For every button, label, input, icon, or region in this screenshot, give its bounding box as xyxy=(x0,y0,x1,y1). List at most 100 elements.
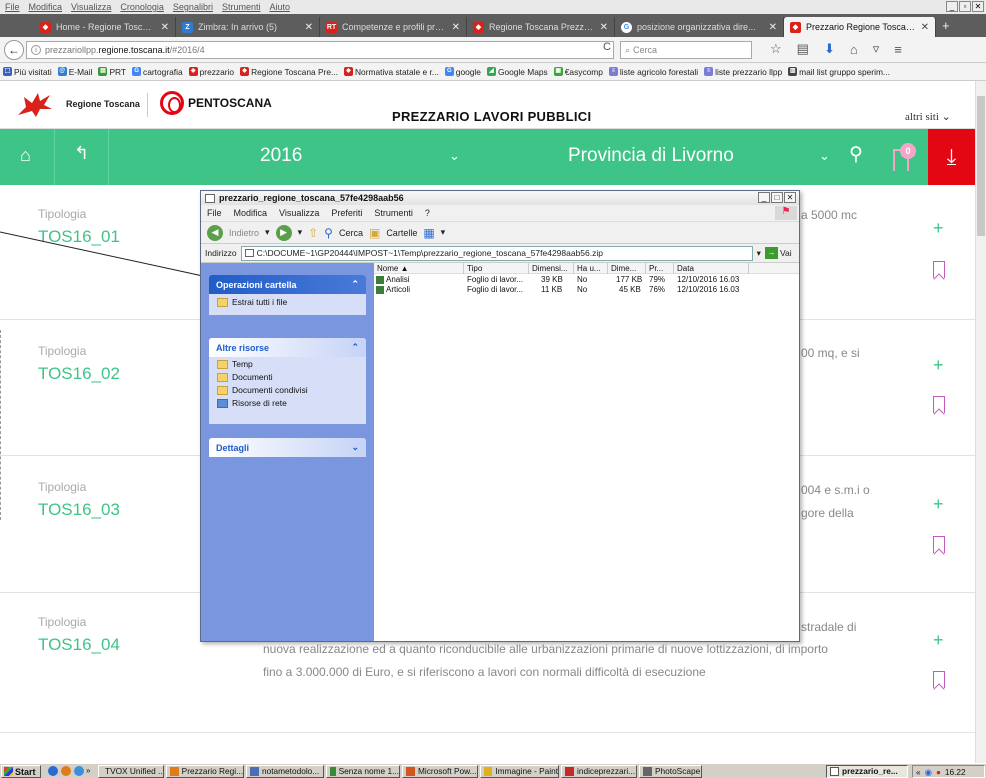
bookmark-piu-visitati[interactable]: ⬚ Più visitati xyxy=(3,67,52,77)
add-plus-icon[interactable]: + xyxy=(933,630,944,651)
network-tray-icon[interactable]: ◉ xyxy=(925,767,932,777)
tipologia-code[interactable]: TOS16_03 xyxy=(38,500,120,520)
hamburger-menu-icon[interactable]: ≡ xyxy=(894,42,902,57)
tab-prezzario-regione-toscana[interactable]: ◆ Prezzario Regione Toscana ✕ xyxy=(784,17,936,37)
tab-posizione-organizzativa[interactable]: G posizione organizzativa dire... ✕ xyxy=(615,17,784,37)
bookmark-icon[interactable] xyxy=(933,671,945,688)
column-dimensione[interactable]: Dimensi... xyxy=(529,263,574,274)
bookmark-icon[interactable] xyxy=(933,536,945,553)
dropdown-arrow-icon[interactable]: ▾ xyxy=(757,248,761,259)
taskbar-prezzario[interactable]: Prezzario Regi... xyxy=(166,765,244,778)
search-magnifier-icon[interactable]: ⚲ xyxy=(324,226,333,240)
reading-list-icon[interactable]: ▤ xyxy=(797,41,809,57)
chevron-down-icon[interactable]: ⌄ xyxy=(449,148,460,164)
bookmark-easycomp[interactable]: ▣ €asycomp xyxy=(553,67,603,77)
menu-aiuto[interactable]: Aiuto xyxy=(269,2,290,12)
minimize-button[interactable]: _ xyxy=(758,192,770,203)
column-password[interactable]: Ha u... xyxy=(574,263,608,274)
home-outline-icon[interactable]: ⌂ xyxy=(20,145,31,166)
back-arrow-icon[interactable]: ← xyxy=(4,40,24,60)
close-tab-icon[interactable]: ✕ xyxy=(452,22,460,33)
close-tab-icon[interactable]: ✕ xyxy=(161,22,169,33)
column-nome[interactable]: Nome ▲ xyxy=(374,263,464,274)
saved-items-bookmark[interactable]: 0 xyxy=(893,143,916,171)
taskbar-paint[interactable]: Immagine - Paint xyxy=(480,765,559,778)
chevron-down-icon[interactable]: ⌄ xyxy=(819,148,830,164)
close-tab-icon[interactable]: ✕ xyxy=(921,22,929,33)
close-tab-icon[interactable]: ✕ xyxy=(769,22,777,33)
menu-visualizza[interactable]: Visualizza xyxy=(71,2,111,12)
add-plus-icon[interactable]: + xyxy=(933,218,944,239)
browser-search-field[interactable]: ⌕ Cerca xyxy=(620,41,752,59)
pegasus-logo-icon[interactable] xyxy=(14,89,56,121)
folder-up-icon[interactable]: ⇧ xyxy=(308,226,318,240)
folders-label[interactable]: Cartelle xyxy=(386,228,417,238)
url-bar[interactable]: i prezzariollpp.regione.toscana.it/#2016… xyxy=(26,41,614,59)
folders-icon[interactable]: ▣ xyxy=(369,226,380,240)
tab-zimbra[interactable]: Z Zimbra: In arrivo (5) ✕ xyxy=(176,17,320,37)
taskbar-indiceprezzari[interactable]: indiceprezzari... xyxy=(561,765,637,778)
details-header[interactable]: Dettagli ⌄ xyxy=(209,438,366,457)
back-label[interactable]: Indietro xyxy=(229,228,259,238)
close-tab-icon[interactable]: ✕ xyxy=(305,22,313,33)
restore-button[interactable]: □ xyxy=(771,192,783,203)
place-temp[interactable]: Temp xyxy=(209,357,366,370)
restore-button[interactable]: ▫ xyxy=(959,1,971,12)
column-tipo[interactable]: Tipo xyxy=(464,263,529,274)
column-rapporto[interactable]: Pr... xyxy=(646,263,674,274)
bookmark-email[interactable]: @ E-Mail xyxy=(57,67,92,77)
org-name[interactable]: Regione Toscana xyxy=(66,99,140,109)
province-select[interactable]: Provincia di Livorno xyxy=(568,145,734,167)
taskbar-powerpoint[interactable]: Microsoft Pow... xyxy=(402,765,478,778)
add-plus-icon[interactable]: + xyxy=(933,494,944,515)
menu-file[interactable]: File xyxy=(5,2,20,12)
pocket-icon[interactable]: ▿ xyxy=(873,41,880,57)
quicklaunch-icon[interactable] xyxy=(74,766,84,776)
menu-segnalibri[interactable]: Segnalibri xyxy=(173,2,213,12)
search-label[interactable]: Cerca xyxy=(339,228,363,238)
tipologia-code[interactable]: TOS16_04 xyxy=(38,635,120,655)
bookmark-normativa[interactable]: ◆ Normativa statale e r... xyxy=(343,67,439,77)
explorer-title-bar[interactable]: prezzario_regione_toscana_57fe4298aab56 xyxy=(201,191,799,205)
go-button[interactable]: → Vai xyxy=(764,247,792,259)
firefox-icon[interactable] xyxy=(61,766,71,776)
close-button[interactable]: ✕ xyxy=(784,192,796,203)
tab-competenze[interactable]: RT Competenze e profili profes... ✕ xyxy=(320,17,467,37)
menu-modifica[interactable]: Modifica xyxy=(234,208,268,218)
info-icon[interactable]: i xyxy=(31,45,41,55)
star-bookmark-icon[interactable]: ☆ xyxy=(770,41,782,57)
home-icon[interactable]: ⌂ xyxy=(850,42,858,57)
download-icon[interactable]: ⤓ xyxy=(928,129,975,185)
bookmark-prt[interactable]: ▤ PRT xyxy=(98,67,126,77)
taskbar-prezzario-zip[interactable]: prezzario_re... xyxy=(826,765,908,778)
menu-modifica[interactable]: Modifica xyxy=(29,2,63,12)
folder-tasks-header[interactable]: Operazioni cartella ⌃ xyxy=(209,275,366,294)
tab-regione-toscana-prezzario[interactable]: ◆ Regione Toscana Prezzario ✕ xyxy=(467,17,615,37)
reload-icon[interactable]: C xyxy=(603,41,611,53)
menu-preferiti[interactable]: Preferiti xyxy=(331,208,362,218)
column-dimensione-originale[interactable]: Dime... xyxy=(608,263,646,274)
bookmark-icon[interactable] xyxy=(933,261,945,278)
place-documenti-condivisi[interactable]: Documenti condivisi xyxy=(209,383,366,396)
tipologia-code[interactable]: TOS16_01 xyxy=(38,227,120,247)
other-places-header[interactable]: Altre risorse ⌃ xyxy=(209,338,366,357)
bookmark-icon[interactable] xyxy=(933,396,945,413)
new-tab-plus-icon[interactable]: + xyxy=(936,18,956,33)
place-risorse-di-rete[interactable]: Risorse di rete xyxy=(209,396,366,409)
forward-arrow-icon[interactable]: ▶ xyxy=(275,224,292,241)
clock[interactable]: 16.22 xyxy=(945,767,966,777)
search-icon[interactable]: ⚲ xyxy=(849,143,863,166)
year-select[interactable]: 2016 xyxy=(260,145,302,167)
address-field[interactable]: C:\DOCUME~1\GP20444\IMPOST~1\Temp\prezza… xyxy=(240,245,753,261)
extract-all-link[interactable]: Estrai tutti i file xyxy=(209,294,366,310)
add-plus-icon[interactable]: + xyxy=(933,355,944,376)
close-button[interactable]: ✕ xyxy=(972,1,984,12)
back-arrow-icon[interactable]: ◀ xyxy=(207,224,223,241)
views-icon[interactable]: ▦ xyxy=(423,226,434,240)
dropdown-arrow-icon[interactable]: ▾ xyxy=(441,227,446,238)
dropdown-arrow-icon[interactable]: ▾ xyxy=(265,227,270,238)
taskbar-tvox[interactable]: TVOX Unified ... xyxy=(98,765,164,778)
menu-strumenti[interactable]: Strumenti xyxy=(222,2,261,12)
scrollbar-thumb[interactable] xyxy=(977,96,985,236)
bookmark-google[interactable]: Ggoogle xyxy=(444,67,481,77)
